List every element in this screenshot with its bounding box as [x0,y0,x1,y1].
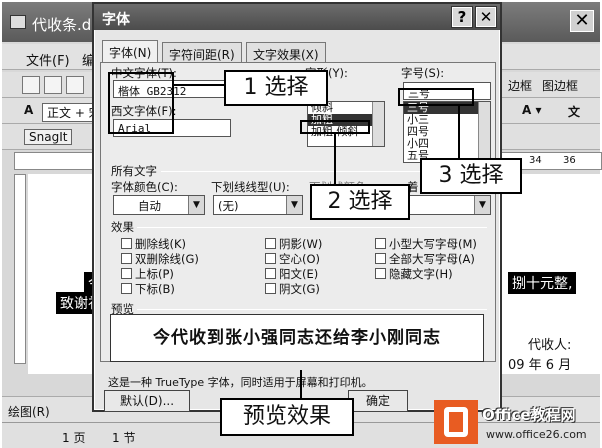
style-icon: A [24,103,34,117]
callout-step3: 3 选择 [420,158,522,194]
chevron-down-icon[interactable]: ▼ [474,196,490,214]
font-color-value: 自动 [138,199,161,213]
checkbox-icon[interactable] [121,268,132,279]
underline-label: 下划线线型(U): [211,180,290,194]
dialog-title: 字体 [102,12,130,28]
size-scrollbar[interactable] [478,102,490,162]
chk-subscript[interactable]: 下标(B) [121,281,175,297]
all-text-label: 所有文字 [111,164,157,178]
office-logo: Office教程网 www.office26.com [432,398,602,448]
ruler-num-34: 34 [529,155,542,166]
font-color-icon[interactable]: A ▾ [522,103,542,117]
office-logo-icon [434,400,478,444]
menu-file[interactable]: 文件(F) [26,50,70,69]
checkbox-icon[interactable] [121,238,132,249]
logo-url: www.office26.com [486,428,587,441]
style-scrollbar[interactable] [372,102,384,146]
size-highlight-box [398,88,474,106]
font-color-combo[interactable]: 自动 ▼ [113,195,205,215]
close-icon[interactable]: ✕ [475,6,497,28]
checkbox-icon[interactable] [375,238,386,249]
word-close-icon[interactable]: ✕ [570,10,594,32]
checkbox-icon[interactable] [265,283,276,294]
chk-strikethrough[interactable]: 删除线(K) [121,236,186,252]
picture-border-button[interactable]: 图边框 [542,77,578,94]
draw-menu[interactable]: 绘图(R) [8,403,50,420]
font-dialog: 字体 ? ✕ 字体(N) 字符间距(R) 文字效果(X) 中文字体(T): 楷体… [92,2,502,412]
chk-double-strike[interactable]: 双删除线(G) [121,251,199,267]
logo-name: Office教程网 [482,406,576,424]
checkbox-icon[interactable] [121,283,132,294]
tab-char-spacing[interactable]: 字符间距(R) [162,42,242,62]
callout-step2: 2 选择 [310,184,410,220]
phonetic-icon[interactable]: 文 [568,103,580,120]
callout1-line [174,84,224,86]
chk-superscript[interactable]: 上标(P) [121,266,174,282]
word-title: 代收条.do [32,16,101,34]
effects-label: 效果 [111,220,134,234]
chk-hidden[interactable]: 隐藏文字(H) [375,266,453,282]
effects-separator [137,227,487,228]
checkbox-icon[interactable] [121,253,132,264]
callout4-line [300,370,302,398]
help-icon[interactable]: ? [451,6,473,28]
save-icon[interactable] [66,76,84,94]
callout-preview: 预览效果 [220,398,354,436]
chevron-down-icon[interactable]: ▼ [286,196,302,214]
checkbox-icon[interactable] [375,253,386,264]
chk-outline[interactable]: 空心(O) [265,251,320,267]
preview-box: 今代收到张小强同志还给李小刚同志 [110,314,484,362]
tab-font[interactable]: 字体(N) [102,40,159,64]
doc-date: 09 年 6 月 [508,358,572,373]
chk-emboss[interactable]: 阳文(E) [265,266,318,282]
chk-engrave[interactable]: 阴文(G) [265,281,320,297]
status-section: 1 节 [112,431,136,445]
snagit-button[interactable]: SnagIt [24,129,73,145]
chk-all-caps[interactable]: 全部大写字母(A) [375,251,475,267]
status-page: 1 页 [62,431,86,445]
open-icon[interactable] [44,76,62,94]
ruler-num-36: 36 [563,155,576,166]
font-color-label: 字体颜色(C): [111,180,178,194]
doc-receiver: 代收人: [528,338,572,353]
font-highlight-box [108,72,174,134]
truetype-note: 这是一种 TrueType 字体，同时适用于屏幕和打印机。 [108,376,373,389]
underline-combo[interactable]: (无) ▼ [213,195,303,215]
word-doc-icon [10,15,26,29]
callout2-line [334,134,336,184]
size-label: 字号(S): [401,66,445,80]
tab-text-effects[interactable]: 文字效果(X) [246,42,326,62]
doc-highlight-right: 捌十元整, [508,272,577,294]
border-button[interactable]: 边框 [508,77,532,94]
chk-shadow[interactable]: 阴影(W) [265,236,322,252]
underline-value: (无) [218,199,239,213]
vertical-ruler [14,174,26,364]
dialog-titlebar: 字体 ? ✕ [94,4,500,30]
preview-separator [137,309,487,310]
checkbox-icon[interactable] [265,268,276,279]
callout3-line [458,106,460,158]
checkbox-icon[interactable] [265,238,276,249]
callout-step1: 1 选择 [224,70,328,106]
emphasis-combo[interactable]: ▼ [407,195,491,215]
chevron-down-icon[interactable]: ▼ [188,196,204,214]
new-doc-icon[interactable] [22,76,40,94]
chk-small-caps[interactable]: 小型大写字母(M) [375,236,477,252]
style-highlight-box [300,120,370,134]
checkbox-icon[interactable] [375,268,386,279]
checkbox-icon[interactable] [265,253,276,264]
ok-button[interactable]: 确定 [348,390,408,412]
default-button[interactable]: 默认(D)... [104,390,190,412]
size-listbox[interactable]: 三号 小三 四号 小四 五号 [403,101,491,163]
